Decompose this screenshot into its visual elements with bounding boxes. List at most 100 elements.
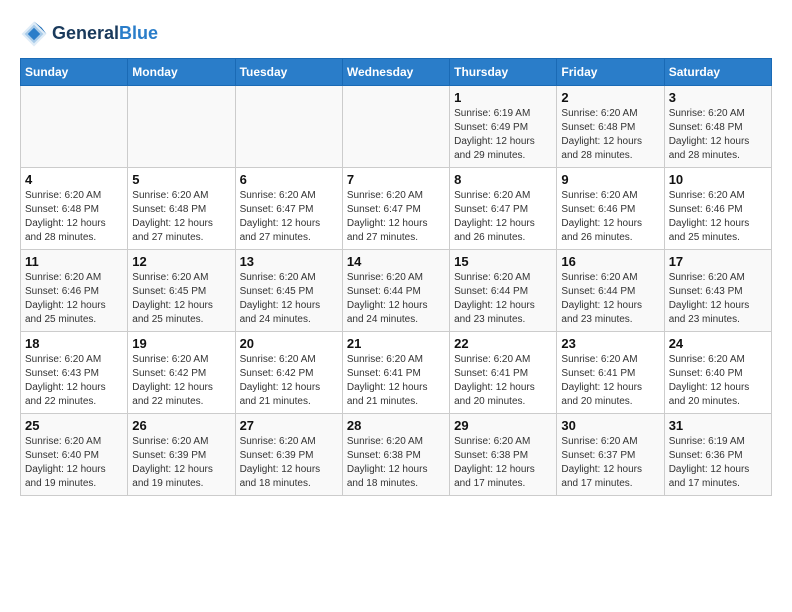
calendar-week-1: 1 Sunrise: 6:19 AM Sunset: 6:49 PM Daylig…	[21, 86, 772, 168]
day-info: Sunrise: 6:20 AM Sunset: 6:44 PM Dayligh…	[347, 271, 445, 327]
calendar-cell: 10 Sunrise: 6:20 AM Sunset: 6:46 PM Dayli…	[664, 168, 771, 250]
calendar-cell: 14Sunrise: 6:20 AM Sunset: 6:44 PM Dayli…	[342, 250, 449, 332]
day-header-saturday: Saturday	[664, 59, 771, 86]
calendar-cell: 9 Sunrise: 6:20 AM Sunset: 6:46 PM Daylig…	[557, 168, 664, 250]
calendar-cell: 13 Sunrise: 6:20 AM Sunset: 6:45 PM Dayli…	[235, 250, 342, 332]
day-number: 5	[132, 172, 230, 187]
day-number: 28	[347, 418, 445, 433]
calendar-cell: 21 Sunrise: 6:20 AM Sunset: 6:41 PM Dayli…	[342, 332, 449, 414]
calendar-cell: 18 Sunrise: 6:20 AM Sunset: 6:43 PM Dayli…	[21, 332, 128, 414]
day-number: 29	[454, 418, 552, 433]
day-number: 18	[25, 336, 123, 351]
day-number: 30	[561, 418, 659, 433]
day-info: Sunrise: 6:20 AM Sunset: 6:41 PM Dayligh…	[347, 353, 445, 409]
day-number: 8	[454, 172, 552, 187]
day-number: 12	[132, 254, 230, 269]
day-info: Sunrise: 6:20 AM Sunset: 6:42 PM Dayligh…	[132, 353, 230, 409]
day-number: 24	[669, 336, 767, 351]
day-number: 19	[132, 336, 230, 351]
day-number: 21	[347, 336, 445, 351]
day-number: 17	[669, 254, 767, 269]
page-header: GeneralBlue	[20, 20, 772, 48]
day-info: Sunrise: 6:20 AM Sunset: 6:41 PM Dayligh…	[561, 353, 659, 409]
day-info: Sunrise: 6:19 AM Sunset: 6:36 PM Dayligh…	[669, 435, 767, 491]
day-number: 25	[25, 418, 123, 433]
day-info: Sunrise: 6:20 AM Sunset: 6:41 PM Dayligh…	[454, 353, 552, 409]
day-info: Sunrise: 6:20 AM Sunset: 6:46 PM Dayligh…	[25, 271, 123, 327]
logo-icon	[20, 20, 48, 48]
calendar-cell	[21, 86, 128, 168]
day-number: 11	[25, 254, 123, 269]
day-info: Sunrise: 6:20 AM Sunset: 6:47 PM Dayligh…	[240, 189, 338, 245]
day-info: Sunrise: 6:20 AM Sunset: 6:39 PM Dayligh…	[240, 435, 338, 491]
calendar-week-2: 4 Sunrise: 6:20 AM Sunset: 6:48 PM Daylig…	[21, 168, 772, 250]
day-number: 7	[347, 172, 445, 187]
day-number: 2	[561, 90, 659, 105]
day-number: 13	[240, 254, 338, 269]
day-header-tuesday: Tuesday	[235, 59, 342, 86]
calendar-cell: 31 Sunrise: 6:19 AM Sunset: 6:36 PM Dayli…	[664, 414, 771, 496]
day-info: Sunrise: 6:20 AM Sunset: 6:48 PM Dayligh…	[561, 107, 659, 163]
day-number: 16	[561, 254, 659, 269]
calendar-cell: 5 Sunrise: 6:20 AM Sunset: 6:48 PM Daylig…	[128, 168, 235, 250]
day-info: Sunrise: 6:20 AM Sunset: 6:44 PM Dayligh…	[454, 271, 552, 327]
calendar-cell	[235, 86, 342, 168]
day-info: Sunrise: 6:20 AM Sunset: 6:45 PM Dayligh…	[240, 271, 338, 327]
day-info: Sunrise: 6:20 AM Sunset: 6:43 PM Dayligh…	[25, 353, 123, 409]
calendar-cell: 24Sunrise: 6:20 AM Sunset: 6:40 PM Dayli…	[664, 332, 771, 414]
calendar-table: SundayMondayTuesdayWednesdayThursdayFrid…	[20, 58, 772, 496]
day-info: Sunrise: 6:20 AM Sunset: 6:38 PM Dayligh…	[454, 435, 552, 491]
day-info: Sunrise: 6:20 AM Sunset: 6:48 PM Dayligh…	[669, 107, 767, 163]
header-row: SundayMondayTuesdayWednesdayThursdayFrid…	[21, 59, 772, 86]
day-info: Sunrise: 6:20 AM Sunset: 6:48 PM Dayligh…	[132, 189, 230, 245]
day-header-monday: Monday	[128, 59, 235, 86]
day-info: Sunrise: 6:20 AM Sunset: 6:42 PM Dayligh…	[240, 353, 338, 409]
calendar-cell: 25Sunrise: 6:20 AM Sunset: 6:40 PM Dayli…	[21, 414, 128, 496]
day-number: 31	[669, 418, 767, 433]
calendar-cell: 6 Sunrise: 6:20 AM Sunset: 6:47 PM Daylig…	[235, 168, 342, 250]
day-info: Sunrise: 6:20 AM Sunset: 6:44 PM Dayligh…	[561, 271, 659, 327]
calendar-cell: 28 Sunrise: 6:20 AM Sunset: 6:38 PM Dayli…	[342, 414, 449, 496]
calendar-cell: 4 Sunrise: 6:20 AM Sunset: 6:48 PM Daylig…	[21, 168, 128, 250]
day-number: 22	[454, 336, 552, 351]
day-number: 20	[240, 336, 338, 351]
calendar-cell: 17 Sunrise: 6:20 AM Sunset: 6:43 PM Dayli…	[664, 250, 771, 332]
day-number: 27	[240, 418, 338, 433]
day-number: 23	[561, 336, 659, 351]
calendar-cell	[342, 86, 449, 168]
calendar-cell: 27 Sunrise: 6:20 AM Sunset: 6:39 PM Dayli…	[235, 414, 342, 496]
day-info: Sunrise: 6:20 AM Sunset: 6:38 PM Dayligh…	[347, 435, 445, 491]
day-info: Sunrise: 6:20 AM Sunset: 6:43 PM Dayligh…	[669, 271, 767, 327]
calendar-cell: 1 Sunrise: 6:19 AM Sunset: 6:49 PM Daylig…	[450, 86, 557, 168]
day-info: Sunrise: 6:20 AM Sunset: 6:47 PM Dayligh…	[347, 189, 445, 245]
logo: GeneralBlue	[20, 20, 158, 48]
calendar-cell	[128, 86, 235, 168]
day-number: 1	[454, 90, 552, 105]
day-info: Sunrise: 6:20 AM Sunset: 6:47 PM Dayligh…	[454, 189, 552, 245]
calendar-cell: 3Sunrise: 6:20 AM Sunset: 6:48 PM Daylig…	[664, 86, 771, 168]
day-header-thursday: Thursday	[450, 59, 557, 86]
day-number: 4	[25, 172, 123, 187]
day-info: Sunrise: 6:20 AM Sunset: 6:46 PM Dayligh…	[561, 189, 659, 245]
day-header-sunday: Sunday	[21, 59, 128, 86]
day-number: 10	[669, 172, 767, 187]
calendar-cell: 30 Sunrise: 6:20 AM Sunset: 6:37 PM Dayli…	[557, 414, 664, 496]
day-info: Sunrise: 6:20 AM Sunset: 6:48 PM Dayligh…	[25, 189, 123, 245]
logo-text: GeneralBlue	[52, 24, 158, 44]
day-info: Sunrise: 6:19 AM Sunset: 6:49 PM Dayligh…	[454, 107, 552, 163]
day-number: 6	[240, 172, 338, 187]
day-info: Sunrise: 6:20 AM Sunset: 6:39 PM Dayligh…	[132, 435, 230, 491]
day-info: Sunrise: 6:20 AM Sunset: 6:37 PM Dayligh…	[561, 435, 659, 491]
day-info: Sunrise: 6:20 AM Sunset: 6:46 PM Dayligh…	[669, 189, 767, 245]
calendar-week-4: 18 Sunrise: 6:20 AM Sunset: 6:43 PM Dayli…	[21, 332, 772, 414]
calendar-cell: 26Sunrise: 6:20 AM Sunset: 6:39 PM Dayli…	[128, 414, 235, 496]
day-info: Sunrise: 6:20 AM Sunset: 6:45 PM Dayligh…	[132, 271, 230, 327]
calendar-cell: 2 Sunrise: 6:20 AM Sunset: 6:48 PM Daylig…	[557, 86, 664, 168]
calendar-cell: 16 Sunrise: 6:20 AM Sunset: 6:44 PM Dayli…	[557, 250, 664, 332]
day-number: 9	[561, 172, 659, 187]
calendar-cell: 23 Sunrise: 6:20 AM Sunset: 6:41 PM Dayli…	[557, 332, 664, 414]
calendar-week-5: 25Sunrise: 6:20 AM Sunset: 6:40 PM Dayli…	[21, 414, 772, 496]
calendar-cell: 29 Sunrise: 6:20 AM Sunset: 6:38 PM Dayli…	[450, 414, 557, 496]
calendar-cell: 19 Sunrise: 6:20 AM Sunset: 6:42 PM Dayli…	[128, 332, 235, 414]
calendar-cell: 7 Sunrise: 6:20 AM Sunset: 6:47 PM Daylig…	[342, 168, 449, 250]
